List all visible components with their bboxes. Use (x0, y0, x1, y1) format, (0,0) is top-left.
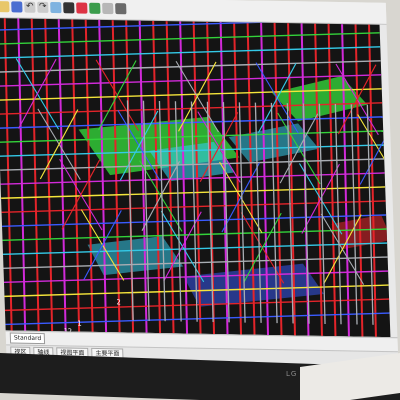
member-line (359, 114, 391, 185)
grid-label: 1 (77, 319, 82, 328)
standard-select[interactable]: Standard (9, 332, 46, 345)
monitor: ↶ ↷ 1 2 17 12 Standard 视区 轴线 视图平面 主要平面 (0, 0, 400, 400)
member-line (0, 46, 381, 59)
zoom-icon[interactable] (50, 1, 62, 14)
screen: ↶ ↷ 1 2 17 12 Standard 视区 轴线 视图平面 主要平面 (0, 0, 400, 396)
undo-icon[interactable]: ↶ (24, 1, 36, 13)
view-icon[interactable] (102, 2, 114, 15)
grid-icon[interactable] (89, 2, 101, 14)
redo-icon[interactable]: ↷ (37, 1, 49, 13)
member-line (71, 19, 81, 332)
grid-label: 2 (116, 298, 121, 307)
render-icon[interactable] (115, 3, 127, 15)
measure-icon[interactable] (76, 2, 88, 14)
structure-drawing (0, 18, 391, 337)
member-line (98, 19, 108, 333)
member-line (17, 18, 27, 331)
member-line (3, 18, 13, 331)
select-icon[interactable] (63, 2, 75, 14)
folder-icon[interactable] (0, 1, 10, 13)
member-line (84, 19, 94, 332)
member-line (357, 114, 391, 186)
floor-slab (228, 123, 319, 163)
member-line (111, 20, 121, 333)
member-line (57, 19, 67, 332)
member-line (0, 32, 380, 45)
save-icon[interactable] (11, 1, 23, 13)
member-line (0, 60, 381, 73)
member-line (44, 18, 54, 332)
member-line (30, 18, 40, 332)
model-viewport[interactable]: 1 2 17 12 (0, 18, 391, 338)
brand-logo: LG (286, 370, 298, 378)
